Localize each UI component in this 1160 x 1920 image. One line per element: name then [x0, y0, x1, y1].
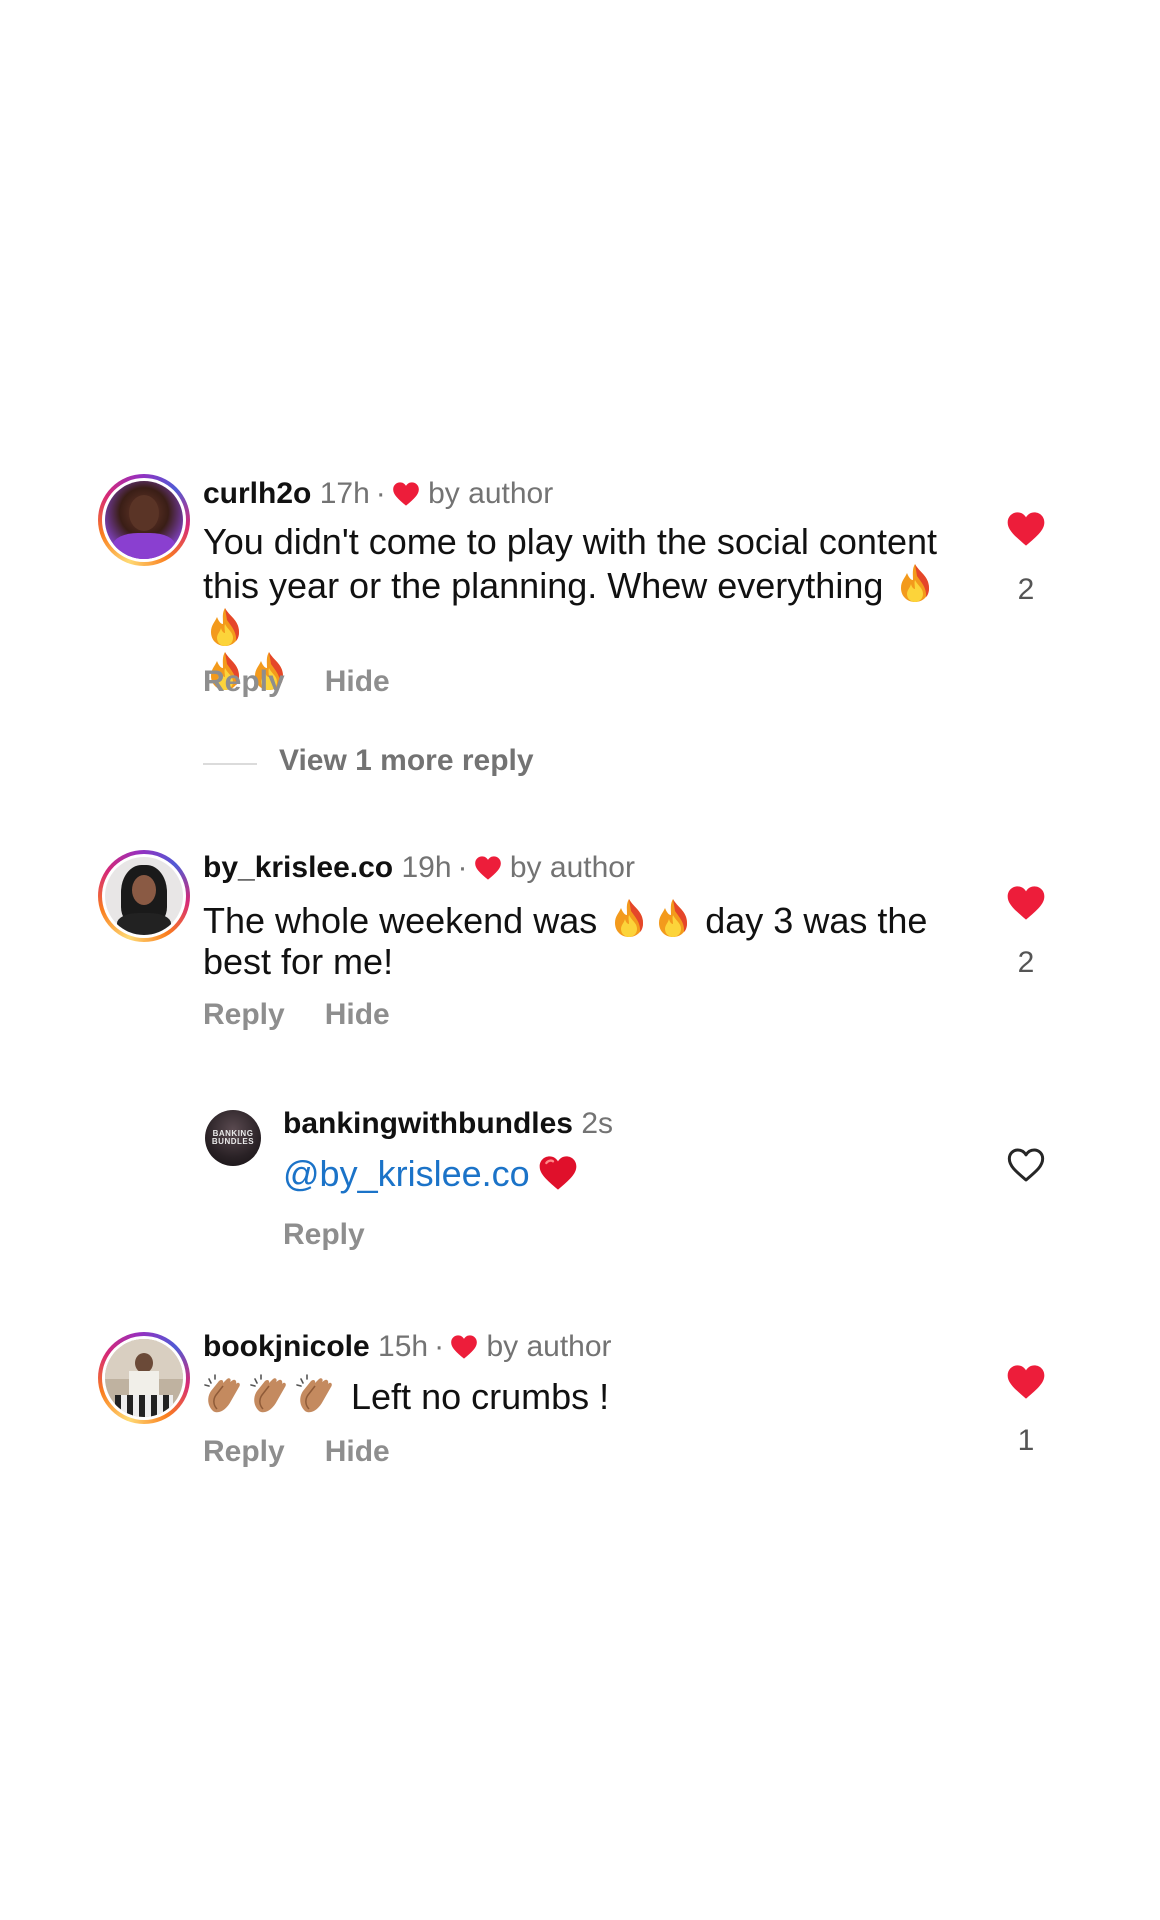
fire-icon	[211, 608, 239, 646]
fire-icon	[901, 564, 930, 602]
like-heart-icon[interactable]	[1006, 510, 1046, 548]
timestamp: 2s	[581, 1107, 614, 1140]
avatar[interactable]	[98, 1332, 190, 1424]
mention-link[interactable]: @by_krislee.co	[283, 1153, 530, 1194]
timestamp: 15h	[378, 1330, 429, 1363]
like-count: 1	[1017, 1424, 1035, 1457]
reply-button[interactable]: Reply	[203, 665, 285, 698]
comment-text: The whole weekend was day 3 was the best…	[203, 897, 963, 982]
hide-button[interactable]: Hide	[325, 998, 390, 1031]
like-heart-icon[interactable]	[1006, 884, 1046, 922]
liked-by-author-label: by author	[428, 477, 554, 510]
like-count: 2	[1017, 573, 1035, 606]
like-count: 2	[1017, 946, 1035, 979]
hide-button[interactable]: Hide	[325, 665, 390, 698]
separator-dot: ·	[434, 1330, 445, 1363]
liked-by-author-heart-icon	[392, 482, 419, 506]
clapping-hands-icon	[296, 1374, 332, 1413]
clapping-hands-icon	[204, 1374, 240, 1413]
timestamp: 17h	[319, 477, 370, 510]
avatar[interactable]	[98, 474, 190, 566]
like-heart-icon[interactable]	[1006, 1363, 1046, 1401]
avatar[interactable]: BANKING BUNDLES	[205, 1110, 261, 1166]
avatar-logo-text: BANKING BUNDLES	[211, 1129, 255, 1146]
fire-icon	[615, 899, 644, 937]
fire-icon	[659, 899, 688, 937]
red-heart-emoji-icon	[539, 1156, 576, 1190]
username[interactable]: bankingwithbundles	[283, 1107, 573, 1140]
username[interactable]: by_krislee.co	[203, 851, 393, 884]
comment-text: Left no crumbs !	[203, 1373, 963, 1417]
like-heart-outline-icon[interactable]	[1006, 1146, 1046, 1184]
liked-by-author-heart-icon	[451, 1335, 477, 1359]
avatar[interactable]	[98, 850, 190, 942]
liked-by-author-heart-icon	[474, 856, 501, 880]
clapping-hands-icon	[250, 1374, 286, 1413]
reply-button[interactable]: Reply	[283, 1218, 365, 1251]
timestamp: 19h	[401, 851, 452, 884]
username[interactable]: curlh2o	[203, 477, 311, 510]
username[interactable]: bookjnicole	[203, 1330, 370, 1363]
reply-text: @by_krislee.co	[283, 1153, 923, 1194]
hide-button[interactable]: Hide	[325, 1435, 390, 1468]
liked-by-author-label: by author	[509, 851, 635, 884]
separator-dot: ·	[457, 851, 468, 884]
view-more-divider	[203, 763, 257, 765]
liked-by-author-label: by author	[486, 1330, 612, 1363]
view-more-replies-button[interactable]: View 1 more reply	[279, 744, 534, 778]
reply-button[interactable]: Reply	[203, 998, 285, 1031]
reply-button[interactable]: Reply	[203, 1435, 285, 1468]
separator-dot: ·	[375, 477, 386, 510]
